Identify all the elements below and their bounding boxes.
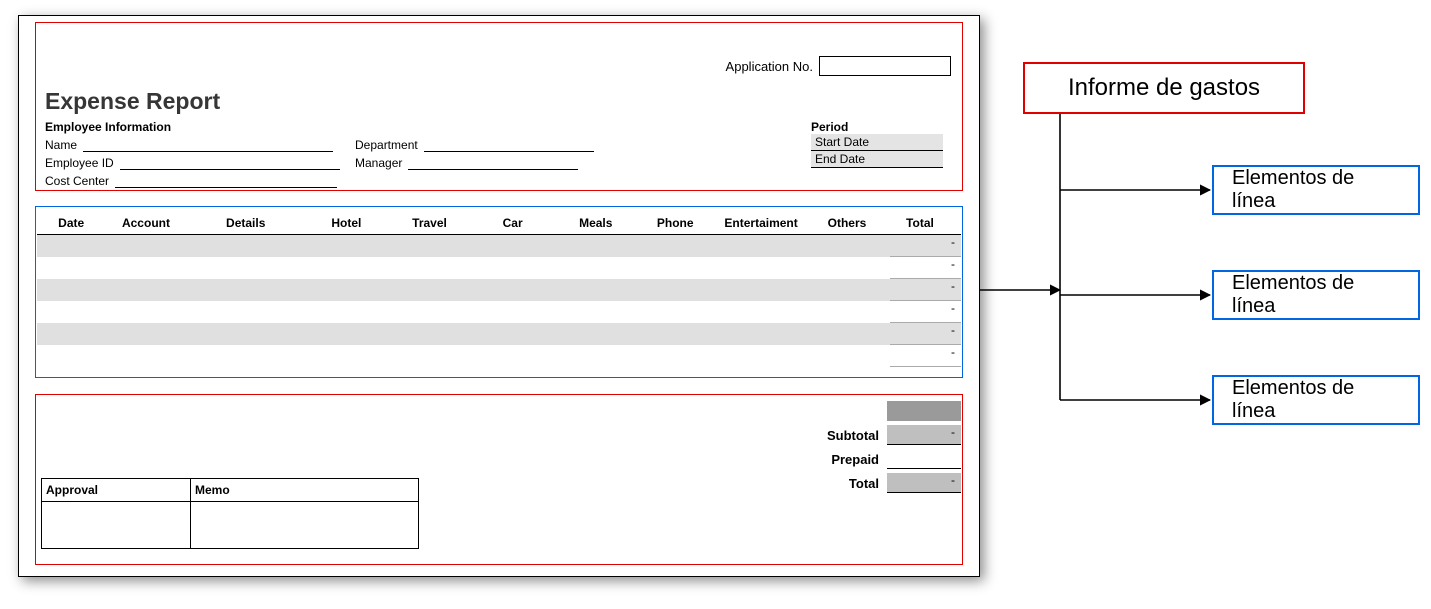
col-travel: Travel	[388, 216, 471, 230]
name-input[interactable]	[83, 137, 333, 152]
diagram-child-label: Elementos de línea	[1232, 272, 1400, 318]
col-entertainment: Entertaiment	[713, 216, 809, 230]
total-label: Total	[849, 476, 887, 491]
diagram-root-box: Informe de gastos	[1023, 62, 1305, 114]
diagram-child-box: Elementos de línea	[1212, 270, 1420, 320]
table-row: -	[37, 257, 961, 279]
department-label: Department	[355, 138, 418, 152]
col-total: Total	[885, 216, 961, 230]
col-hotel: Hotel	[305, 216, 388, 230]
table-header-row: Date Account Details Hotel Travel Car Me…	[37, 212, 961, 235]
expense-report-card: Application No. Expense Report Employee …	[18, 15, 980, 577]
period-header: Period	[811, 120, 943, 134]
application-no-label: Application No.	[726, 59, 813, 74]
department-input[interactable]	[424, 137, 594, 152]
memo-cell[interactable]	[191, 502, 418, 548]
end-date-field[interactable]: End Date	[811, 151, 943, 168]
col-account: Account	[105, 216, 186, 230]
col-date: Date	[37, 216, 105, 230]
diagram-child-label: Elementos de línea	[1232, 167, 1400, 213]
report-title: Expense Report	[45, 88, 220, 115]
subtotal-value: -	[887, 425, 961, 445]
manager-input[interactable]	[408, 155, 578, 170]
diagram-child-label: Elementos de línea	[1232, 377, 1400, 423]
subtotal-label: Subtotal	[827, 428, 887, 443]
prepaid-label: Prepaid	[831, 452, 887, 467]
cost-center-input[interactable]	[115, 173, 337, 188]
prepaid-value	[887, 449, 961, 469]
memo-header: Memo	[191, 479, 418, 501]
approval-cell[interactable]	[42, 502, 191, 548]
approval-memo-table: Approval Memo	[41, 478, 419, 549]
table-row: -	[37, 279, 961, 301]
start-date-field[interactable]: Start Date	[811, 134, 943, 151]
period-section: Period Start Date End Date	[811, 120, 943, 168]
employee-info-section: Employee Information Name Department Emp…	[45, 120, 605, 191]
employee-id-label: Employee ID	[45, 156, 114, 170]
application-no-input[interactable]	[819, 56, 951, 76]
table-row: -	[37, 345, 961, 367]
col-details: Details	[187, 216, 305, 230]
employee-info-header: Employee Information	[45, 120, 605, 134]
table-row: -	[37, 301, 961, 323]
approval-header: Approval	[42, 479, 191, 501]
table-row: -	[37, 235, 961, 257]
col-meals: Meals	[554, 216, 637, 230]
table-row: -	[37, 323, 961, 345]
total-value: -	[887, 473, 961, 493]
col-phone: Phone	[637, 216, 713, 230]
expense-lines-table: Date Account Details Hotel Travel Car Me…	[37, 212, 961, 367]
diagram-root-label: Informe de gastos	[1068, 74, 1260, 102]
application-no-field: Application No.	[726, 56, 951, 76]
col-others: Others	[809, 216, 885, 230]
diagram-child-box: Elementos de línea	[1212, 165, 1420, 215]
cost-center-label: Cost Center	[45, 174, 109, 188]
col-car: Car	[471, 216, 554, 230]
name-label: Name	[45, 138, 77, 152]
manager-label: Manager	[355, 156, 402, 170]
employee-id-input[interactable]	[120, 155, 340, 170]
diagram-child-box: Elementos de línea	[1212, 375, 1420, 425]
